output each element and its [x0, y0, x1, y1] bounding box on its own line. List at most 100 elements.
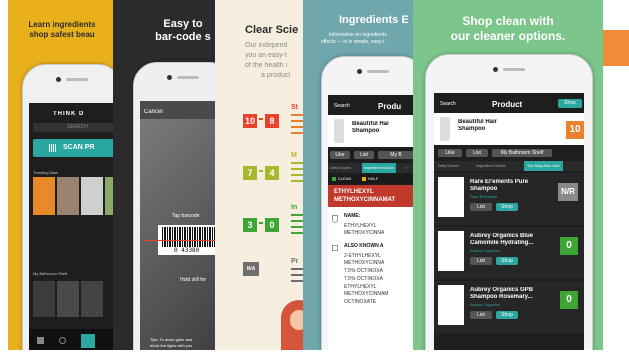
panel1-phone: THINK D SEARCH SCAN PR Trending Now My B… [22, 64, 116, 350]
shelf-item[interactable] [57, 281, 79, 317]
scan-product-button[interactable]: SCAN PR [33, 139, 115, 157]
alternative-score: 0 [560, 291, 578, 309]
scan-tab-icon[interactable] [81, 334, 95, 348]
alternative-thumbnail [438, 285, 464, 325]
alternative-item[interactable]: Aubrey Organics Blue Camomile Hydrating.… [434, 227, 584, 279]
phone-camera [56, 77, 61, 82]
legend-clean: CLEAN [338, 176, 352, 181]
alternative-name-line2: Shampoo [470, 186, 498, 192]
product-score: 10 [566, 121, 584, 139]
tab-ingredient-guide[interactable]: Ingredient Guide [476, 163, 506, 168]
like-button[interactable]: Like [330, 151, 350, 159]
shelf-item[interactable] [33, 281, 55, 317]
panel-ingredients-explained: Ingredients E Information on ingredients… [303, 0, 425, 350]
header-title: Produ [378, 102, 402, 111]
alternative-brand[interactable]: Aubrey Organics [470, 248, 500, 253]
alternative-score: 0 [560, 237, 578, 255]
score-range-low: 10 [243, 114, 257, 128]
product-name-line2: Shampoo [352, 128, 380, 134]
na-description: Pr [291, 258, 299, 265]
panel1-caption-line2: shop safest beau [29, 30, 95, 39]
product-name-line1: Beautiful Hai [352, 121, 389, 127]
alternative-brand[interactable]: Aubrey Organics [470, 302, 500, 307]
shelf-item[interactable] [81, 281, 103, 317]
shop-button[interactable]: Shop [496, 203, 518, 211]
alternative-brand[interactable]: Rare El'ements [470, 194, 497, 199]
scan-label: SCAN PR [63, 144, 95, 151]
panel2-caption-line2: bar-code s [155, 31, 211, 43]
aka-line: METHOXYCINNAM [344, 291, 389, 297]
panel2-screen: Cancel Tap barcode 0 43380 Hold still fo… [140, 101, 223, 350]
score-range-high: 4 [265, 166, 279, 180]
panel1-caption: Learn ingredients shop safest beau [8, 20, 116, 40]
panel5-caption-line2: our cleaner options. [450, 29, 566, 43]
panel1-caption-line1: Learn ingredients [28, 20, 96, 29]
alternative-name-line1: Aubrey Organics GPB [470, 287, 534, 293]
panel-clear-science: Clear Scie Our independ you an easy-t of… [215, 0, 310, 350]
clean-swatch [332, 177, 336, 181]
score-na: N/A [243, 262, 259, 276]
home-icon[interactable] [37, 337, 44, 344]
aka-line: 7.5% OCTINOXA [344, 268, 383, 274]
bottom-nav [29, 329, 115, 350]
panel3-intro-line1: Our independ [245, 42, 288, 49]
alternative-name-line1: Rare El'ements Pure [470, 179, 529, 185]
alternative-item[interactable]: Aubrey Organics GPB Shampoo Rosemary... … [434, 281, 584, 333]
shop-button[interactable]: Shop [558, 99, 582, 108]
hold-still-hint: Hold still for [180, 277, 207, 283]
alternative-name-line1: Aubrey Organics Blue [470, 233, 534, 239]
panel4-screen: Search Produ Beautiful Hai Shampoo Like … [328, 95, 418, 350]
header-title: Product [492, 100, 523, 109]
search-input[interactable]: SEARCH [33, 123, 113, 132]
trending-card[interactable] [81, 177, 103, 215]
product-header: Beautiful Hai Shampoo [328, 115, 418, 147]
shop-button[interactable]: Shop [496, 257, 518, 265]
aka-line: 7.5% OCTINOXA [344, 276, 383, 282]
cancel-button[interactable]: Cancel [144, 109, 163, 115]
panel4-intro-line2: effects — is in simple, easy-t [321, 39, 385, 45]
list-button[interactable]: List [354, 151, 374, 159]
panel5-caption-line1: Shop clean with [462, 14, 554, 28]
legend-row: CLEAN HALF [328, 175, 418, 183]
alternative-name-line2: Shampoo Rosemary... [470, 294, 533, 300]
range-description: St [291, 104, 298, 111]
range-description: In [291, 204, 298, 211]
tag-icon [332, 245, 338, 251]
trending-card[interactable] [33, 177, 55, 215]
panel3-intro-line3: of the health i [245, 62, 288, 69]
list-button[interactable]: List [466, 149, 488, 157]
like-button[interactable]: Like [438, 149, 462, 157]
back-search-link[interactable]: Search [334, 103, 350, 109]
tab-you-may-also-like[interactable]: You May Also Like [524, 161, 563, 171]
alternative-item[interactable]: Rare El'ements Pure Shampoo Rare El'emen… [434, 173, 584, 225]
panel-shop-clean: Shop clean with our cleaner options. Sea… [413, 0, 603, 350]
list-button[interactable]: List [470, 203, 492, 211]
tab-bar: Dirty Dozen Ingredient Guide I [328, 163, 418, 173]
tab-third[interactable]: I [406, 165, 407, 170]
panel-barcode-scan: Easy to bar-code s Cancel Tap barcode 0 … [113, 0, 223, 350]
search-icon[interactable] [59, 337, 66, 344]
alternative-thumbnail [438, 177, 464, 217]
panel3-caption: Clear Scie [245, 24, 299, 36]
trending-card[interactable] [57, 177, 79, 215]
tab-dirty-dozen[interactable]: Dirty Dozen [330, 165, 351, 170]
tab-ingredient-guide[interactable]: Ingredient Guide [362, 163, 396, 173]
my-bathroom-shelf-button[interactable]: My Bathroom Shelf [492, 149, 552, 157]
panel3-intro-line4: a product [261, 72, 291, 79]
list-button[interactable]: List [470, 257, 492, 265]
barcode-icon [49, 144, 57, 152]
aka-label: ALSO KNOWN A [344, 243, 384, 249]
my-bathroom-button[interactable]: My B [378, 151, 414, 159]
aka-line: 2-ETHYLHEXYL [344, 253, 381, 259]
phone-speaker [66, 78, 88, 81]
score-range-high: 0 [265, 218, 279, 232]
phone-camera [357, 69, 362, 74]
tab-dirty-dozen[interactable]: Dirty Dozen [438, 163, 459, 168]
score-range-low: 7 [243, 166, 257, 180]
list-button[interactable]: List [470, 311, 492, 319]
back-search-link[interactable]: Search [440, 101, 456, 107]
phone-speaker [503, 68, 525, 71]
shop-button[interactable]: Shop [496, 311, 518, 319]
product-name-line1: Beautiful Hair [458, 119, 498, 125]
phone-speaker [367, 70, 389, 73]
